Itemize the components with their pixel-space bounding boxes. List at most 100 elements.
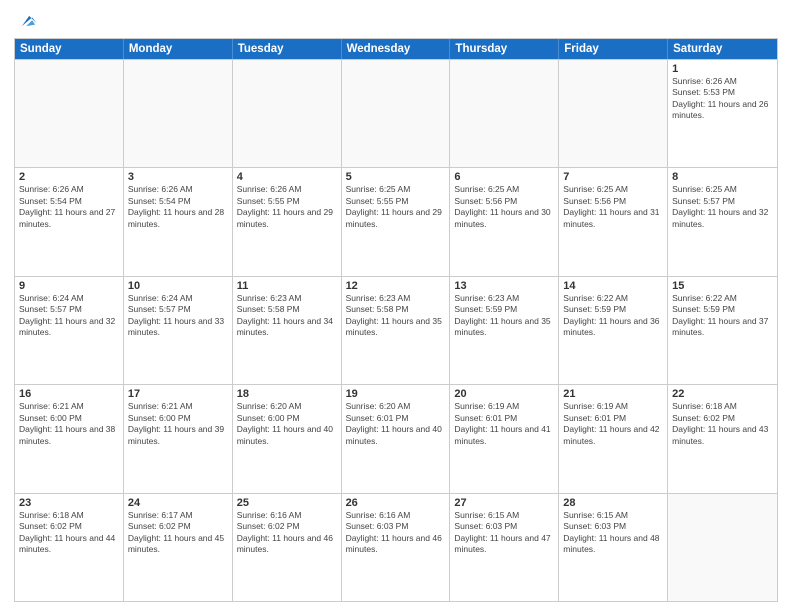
day-number: 19 (346, 388, 446, 400)
day-number: 12 (346, 280, 446, 292)
day-number: 4 (237, 171, 337, 183)
calendar-cell: 3Sunrise: 6:26 AM Sunset: 5:54 PM Daylig… (124, 168, 233, 275)
day-number: 7 (563, 171, 663, 183)
day-info: Sunrise: 6:26 AM Sunset: 5:53 PM Dayligh… (672, 76, 773, 122)
day-info: Sunrise: 6:25 AM Sunset: 5:56 PM Dayligh… (454, 184, 554, 230)
page: SundayMondayTuesdayWednesdayThursdayFrid… (0, 0, 792, 612)
weekday-header: Monday (124, 39, 233, 59)
day-number: 5 (346, 171, 446, 183)
calendar-cell: 17Sunrise: 6:21 AM Sunset: 6:00 PM Dayli… (124, 385, 233, 492)
calendar-cell: 16Sunrise: 6:21 AM Sunset: 6:00 PM Dayli… (15, 385, 124, 492)
calendar-row: 1Sunrise: 6:26 AM Sunset: 5:53 PM Daylig… (15, 59, 777, 167)
calendar-cell: 2Sunrise: 6:26 AM Sunset: 5:54 PM Daylig… (15, 168, 124, 275)
day-number: 15 (672, 280, 773, 292)
weekday-header: Wednesday (342, 39, 451, 59)
day-info: Sunrise: 6:18 AM Sunset: 6:02 PM Dayligh… (672, 401, 773, 447)
calendar-cell: 13Sunrise: 6:23 AM Sunset: 5:59 PM Dayli… (450, 277, 559, 384)
calendar-cell: 10Sunrise: 6:24 AM Sunset: 5:57 PM Dayli… (124, 277, 233, 384)
weekday-header: Friday (559, 39, 668, 59)
day-number: 9 (19, 280, 119, 292)
calendar: SundayMondayTuesdayWednesdayThursdayFrid… (14, 38, 778, 602)
calendar-cell: 12Sunrise: 6:23 AM Sunset: 5:58 PM Dayli… (342, 277, 451, 384)
day-info: Sunrise: 6:20 AM Sunset: 6:01 PM Dayligh… (346, 401, 446, 447)
calendar-cell (342, 60, 451, 167)
day-number: 25 (237, 497, 337, 509)
day-info: Sunrise: 6:25 AM Sunset: 5:57 PM Dayligh… (672, 184, 773, 230)
calendar-cell: 28Sunrise: 6:15 AM Sunset: 6:03 PM Dayli… (559, 494, 668, 601)
calendar-cell: 4Sunrise: 6:26 AM Sunset: 5:55 PM Daylig… (233, 168, 342, 275)
day-number: 20 (454, 388, 554, 400)
calendar-cell: 18Sunrise: 6:20 AM Sunset: 6:00 PM Dayli… (233, 385, 342, 492)
day-info: Sunrise: 6:26 AM Sunset: 5:54 PM Dayligh… (19, 184, 119, 230)
day-info: Sunrise: 6:23 AM Sunset: 5:59 PM Dayligh… (454, 293, 554, 339)
calendar-cell (15, 60, 124, 167)
day-info: Sunrise: 6:21 AM Sunset: 6:00 PM Dayligh… (128, 401, 228, 447)
day-number: 2 (19, 171, 119, 183)
day-number: 27 (454, 497, 554, 509)
calendar-cell: 15Sunrise: 6:22 AM Sunset: 5:59 PM Dayli… (668, 277, 777, 384)
day-info: Sunrise: 6:23 AM Sunset: 5:58 PM Dayligh… (237, 293, 337, 339)
day-number: 1 (672, 63, 773, 75)
day-info: Sunrise: 6:24 AM Sunset: 5:57 PM Dayligh… (19, 293, 119, 339)
header (14, 10, 778, 32)
calendar-cell: 14Sunrise: 6:22 AM Sunset: 5:59 PM Dayli… (559, 277, 668, 384)
day-number: 22 (672, 388, 773, 400)
calendar-cell (450, 60, 559, 167)
day-number: 16 (19, 388, 119, 400)
calendar-cell (668, 494, 777, 601)
day-number: 24 (128, 497, 228, 509)
logo (14, 14, 38, 32)
day-number: 13 (454, 280, 554, 292)
calendar-cell: 6Sunrise: 6:25 AM Sunset: 5:56 PM Daylig… (450, 168, 559, 275)
day-info: Sunrise: 6:15 AM Sunset: 6:03 PM Dayligh… (563, 510, 663, 556)
day-info: Sunrise: 6:20 AM Sunset: 6:00 PM Dayligh… (237, 401, 337, 447)
day-number: 26 (346, 497, 446, 509)
calendar-cell: 20Sunrise: 6:19 AM Sunset: 6:01 PM Dayli… (450, 385, 559, 492)
day-number: 17 (128, 388, 228, 400)
day-info: Sunrise: 6:15 AM Sunset: 6:03 PM Dayligh… (454, 510, 554, 556)
calendar-cell: 23Sunrise: 6:18 AM Sunset: 6:02 PM Dayli… (15, 494, 124, 601)
calendar-cell: 5Sunrise: 6:25 AM Sunset: 5:55 PM Daylig… (342, 168, 451, 275)
calendar-cell: 21Sunrise: 6:19 AM Sunset: 6:01 PM Dayli… (559, 385, 668, 492)
calendar-cell: 19Sunrise: 6:20 AM Sunset: 6:01 PM Dayli… (342, 385, 451, 492)
calendar-row: 23Sunrise: 6:18 AM Sunset: 6:02 PM Dayli… (15, 493, 777, 601)
weekday-header: Tuesday (233, 39, 342, 59)
calendar-cell: 27Sunrise: 6:15 AM Sunset: 6:03 PM Dayli… (450, 494, 559, 601)
calendar-cell: 24Sunrise: 6:17 AM Sunset: 6:02 PM Dayli… (124, 494, 233, 601)
day-info: Sunrise: 6:23 AM Sunset: 5:58 PM Dayligh… (346, 293, 446, 339)
calendar-cell: 26Sunrise: 6:16 AM Sunset: 6:03 PM Dayli… (342, 494, 451, 601)
logo-icon (16, 10, 38, 32)
calendar-row: 16Sunrise: 6:21 AM Sunset: 6:00 PM Dayli… (15, 384, 777, 492)
day-number: 23 (19, 497, 119, 509)
day-number: 6 (454, 171, 554, 183)
calendar-cell (559, 60, 668, 167)
day-info: Sunrise: 6:26 AM Sunset: 5:54 PM Dayligh… (128, 184, 228, 230)
calendar-row: 9Sunrise: 6:24 AM Sunset: 5:57 PM Daylig… (15, 276, 777, 384)
calendar-cell (233, 60, 342, 167)
day-info: Sunrise: 6:22 AM Sunset: 5:59 PM Dayligh… (672, 293, 773, 339)
weekday-header: Thursday (450, 39, 559, 59)
day-number: 8 (672, 171, 773, 183)
calendar-body: 1Sunrise: 6:26 AM Sunset: 5:53 PM Daylig… (15, 59, 777, 601)
day-info: Sunrise: 6:22 AM Sunset: 5:59 PM Dayligh… (563, 293, 663, 339)
calendar-cell: 8Sunrise: 6:25 AM Sunset: 5:57 PM Daylig… (668, 168, 777, 275)
calendar-cell: 7Sunrise: 6:25 AM Sunset: 5:56 PM Daylig… (559, 168, 668, 275)
calendar-header: SundayMondayTuesdayWednesdayThursdayFrid… (15, 39, 777, 59)
day-number: 11 (237, 280, 337, 292)
day-info: Sunrise: 6:16 AM Sunset: 6:03 PM Dayligh… (346, 510, 446, 556)
day-number: 18 (237, 388, 337, 400)
day-info: Sunrise: 6:19 AM Sunset: 6:01 PM Dayligh… (563, 401, 663, 447)
calendar-cell: 25Sunrise: 6:16 AM Sunset: 6:02 PM Dayli… (233, 494, 342, 601)
calendar-row: 2Sunrise: 6:26 AM Sunset: 5:54 PM Daylig… (15, 167, 777, 275)
day-number: 3 (128, 171, 228, 183)
weekday-header: Sunday (15, 39, 124, 59)
calendar-cell: 22Sunrise: 6:18 AM Sunset: 6:02 PM Dayli… (668, 385, 777, 492)
day-number: 21 (563, 388, 663, 400)
day-info: Sunrise: 6:19 AM Sunset: 6:01 PM Dayligh… (454, 401, 554, 447)
day-info: Sunrise: 6:24 AM Sunset: 5:57 PM Dayligh… (128, 293, 228, 339)
day-number: 10 (128, 280, 228, 292)
calendar-cell: 1Sunrise: 6:26 AM Sunset: 5:53 PM Daylig… (668, 60, 777, 167)
calendar-cell: 9Sunrise: 6:24 AM Sunset: 5:57 PM Daylig… (15, 277, 124, 384)
weekday-header: Saturday (668, 39, 777, 59)
day-info: Sunrise: 6:21 AM Sunset: 6:00 PM Dayligh… (19, 401, 119, 447)
